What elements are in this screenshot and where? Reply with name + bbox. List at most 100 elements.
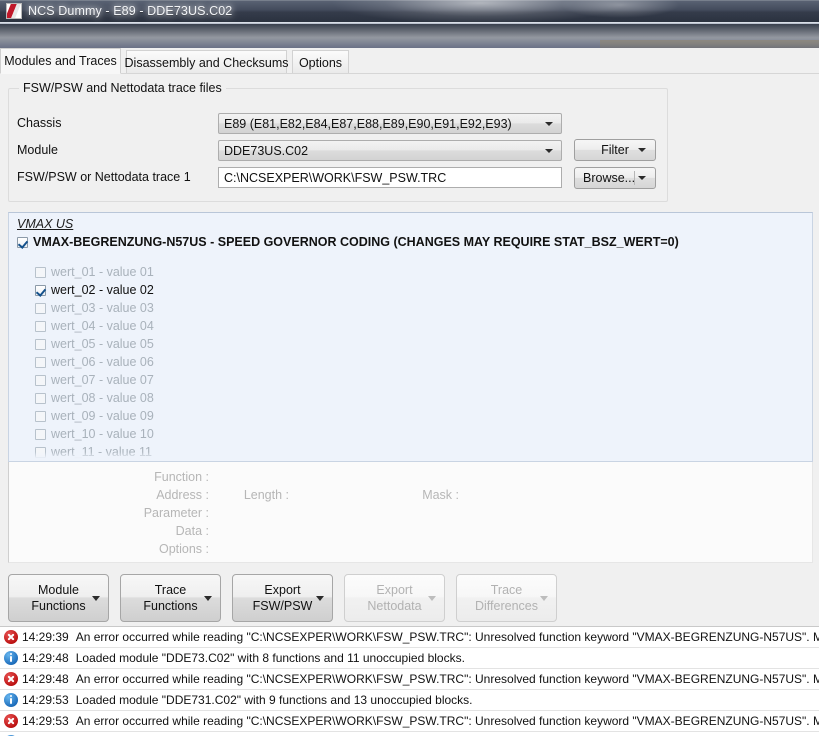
tree-item-label: wert_04 - value 04 [51, 319, 154, 333]
checkbox-icon[interactable] [35, 302, 46, 314]
detail-mask-label: Mask : [422, 488, 459, 502]
log-list[interactable]: 14:29:39 An error occurred while reading… [0, 626, 819, 736]
tree-item-label: wert_01 - value 01 [51, 265, 154, 279]
chassis-combo-value: E89 (E81,E82,E84,E87,E88,E89,E90,E91,E92… [224, 116, 512, 131]
checkbox-icon[interactable] [35, 428, 46, 440]
app-icon [6, 3, 22, 19]
tree-item-wert-02[interactable]: wert_02 - value 02 [35, 283, 154, 297]
trace-file-label: FSW/PSW or Nettodata trace 1 [17, 170, 191, 184]
checkbox-checked-icon[interactable] [35, 284, 46, 296]
browse-button[interactable]: Browse... [574, 167, 656, 189]
chevron-down-icon [638, 176, 646, 180]
window-chrome-gradient [0, 22, 819, 48]
trace-differences-button: Trace Differences [456, 574, 557, 622]
checkbox-icon[interactable] [35, 374, 46, 386]
title-bar-glow [330, 0, 630, 22]
log-row[interactable]: 14:29:39 An error occurred while reading… [0, 627, 819, 648]
checkbox-icon[interactable] [35, 338, 46, 350]
tree-group-header[interactable]: VMAX US [17, 217, 73, 231]
title-bar-glow-secondary [560, 0, 680, 18]
tree-bottom-fade [9, 452, 812, 461]
chassis-label: Chassis [17, 116, 62, 130]
tree-item-label: wert_02 - value 02 [51, 283, 154, 297]
tree-root-node[interactable]: VMAX-BEGRENZUNG-N57US - SPEED GOVERNOR C… [17, 235, 679, 249]
chevron-down-icon [316, 596, 324, 601]
tab-options[interactable]: Options [292, 50, 349, 74]
chevron-down-icon [92, 596, 100, 601]
tree-item-wert-06[interactable]: wert_06 - value 06 [35, 355, 154, 369]
chevron-down-icon [545, 121, 553, 126]
application-window: NCS Dummy - E89 - DDE73US.C02 Modules an… [0, 0, 819, 736]
button-line-2: Differences [475, 599, 538, 613]
split-button-divider [634, 171, 635, 185]
checkbox-icon[interactable] [35, 356, 46, 368]
error-icon [4, 672, 18, 686]
log-timestamp: 14:29:39 [22, 630, 69, 644]
chevron-down-icon [545, 148, 553, 153]
module-label: Module [17, 143, 58, 157]
button-line-1: Export [264, 583, 301, 597]
chevron-down-icon [428, 596, 436, 601]
button-line-2: Nettodata [367, 599, 422, 613]
details-pane: Function : Address : Length : Mask : Par… [8, 462, 813, 563]
tree-item-wert-10[interactable]: wert_10 - value 10 [35, 427, 154, 441]
export-nettodata-button: Export Nettodata [344, 574, 445, 622]
tree-item-label: wert_06 - value 06 [51, 355, 154, 369]
tree-item-wert-01[interactable]: wert_01 - value 01 [35, 265, 154, 279]
log-message: An error occurred while reading "C:\NCSE… [75, 672, 819, 686]
button-line-2: Functions [143, 599, 198, 613]
detail-function-label: Function : [154, 470, 209, 484]
function-tree[interactable]: VMAX US VMAX-BEGRENZUNG-N57US - SPEED GO… [8, 212, 813, 462]
log-message: Loaded module "DDE731.C02" with 9 functi… [75, 693, 473, 707]
detail-data-label: Data : [175, 524, 209, 538]
chevron-down-icon [638, 148, 646, 152]
checkbox-checked-icon[interactable] [17, 236, 28, 248]
log-row[interactable]: 14:29:53 An error occurred while reading… [0, 711, 819, 732]
module-functions-button[interactable]: Module Functions [8, 574, 109, 622]
checkbox-icon[interactable] [35, 266, 46, 278]
tab-label: Options [298, 55, 343, 70]
log-timestamp: 14:29:48 [22, 672, 69, 686]
error-icon [4, 630, 18, 644]
log-timestamp: 14:29:48 [22, 651, 69, 665]
log-message: An error occurred while reading "C:\NCSE… [75, 630, 819, 644]
tree-item-wert-04[interactable]: wert_04 - value 04 [35, 319, 154, 333]
log-row-partial[interactable] [0, 732, 819, 736]
trace-file-input[interactable]: C:\NCSEXPER\WORK\FSW_PSW.TRC [218, 167, 562, 188]
log-row[interactable]: 14:29:48 Loaded module "DDE73.C02" with … [0, 648, 819, 669]
tab-disassembly-and-checksums[interactable]: Disassembly and Checksums [124, 50, 289, 74]
info-icon [4, 693, 18, 707]
chassis-combo[interactable]: E89 (E81,E82,E84,E87,E88,E89,E90,E91,E92… [218, 113, 562, 134]
log-row[interactable]: 14:29:48 An error occurred while reading… [0, 669, 819, 690]
button-line-1: Export [376, 583, 413, 597]
groupbox-legend: FSW/PSW and Nettodata trace files [19, 81, 226, 95]
button-line-1: Trace [490, 583, 523, 597]
filter-button-label: Filter [601, 143, 629, 157]
module-combo-value: DDE73US.C02 [224, 143, 309, 158]
button-line-1: Module [38, 583, 79, 597]
tree-item-label: wert_03 - value 03 [51, 301, 154, 315]
button-line-2: FSW/PSW [252, 599, 313, 613]
chevron-down-icon [540, 596, 548, 601]
log-row[interactable]: 14:29:53 Loaded module "DDE731.C02" with… [0, 690, 819, 711]
tree-root-label: VMAX-BEGRENZUNG-N57US - SPEED GOVERNOR C… [33, 235, 679, 249]
tree-item-label: wert_07 - value 07 [51, 373, 154, 387]
export-fsw-psw-button[interactable]: Export FSW/PSW [232, 574, 333, 622]
checkbox-icon[interactable] [35, 410, 46, 422]
tree-item-wert-07[interactable]: wert_07 - value 07 [35, 373, 154, 387]
log-timestamp: 14:29:53 [22, 693, 69, 707]
checkbox-icon[interactable] [35, 392, 46, 404]
tree-item-wert-05[interactable]: wert_05 - value 05 [35, 337, 154, 351]
module-combo[interactable]: DDE73US.C02 [218, 140, 562, 161]
tab-modules-and-traces[interactable]: Modules and Traces [0, 48, 121, 74]
button-line-1: Trace [154, 583, 187, 597]
tab-label: Disassembly and Checksums [124, 55, 289, 70]
tree-item-wert-08[interactable]: wert_08 - value 08 [35, 391, 154, 405]
trace-functions-button[interactable]: Trace Functions [120, 574, 221, 622]
checkbox-icon[interactable] [35, 320, 46, 332]
filter-button[interactable]: Filter [574, 139, 656, 161]
tree-item-wert-03[interactable]: wert_03 - value 03 [35, 301, 154, 315]
tree-item-wert-09[interactable]: wert_09 - value 09 [35, 409, 154, 423]
browse-button-label: Browse... [583, 171, 636, 185]
error-icon [4, 714, 18, 728]
